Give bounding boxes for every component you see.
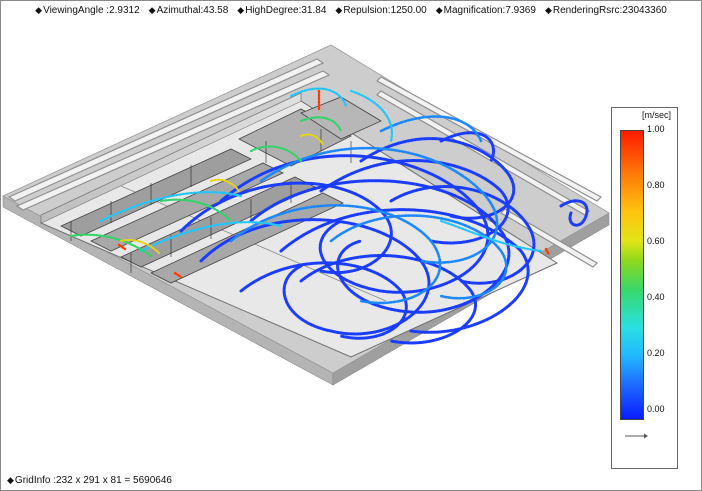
grid-info: ◆ GridInfo :232 x 291 x 81 = 5690646 <box>7 475 172 486</box>
legend-tick: 0.60 <box>647 236 665 246</box>
app-window: ◆ ViewingAngle :2.9312 ◆ Azimuthal:43.58 ◆… <box>0 0 702 491</box>
velocity-legend: [m/sec] 1.00 0.80 0.60 0.40 0.20 0.00 <box>611 107 678 469</box>
diamond-icon: ◆ <box>7 475 14 485</box>
legend-tick: 0.80 <box>647 180 665 190</box>
legend-color-bar <box>620 130 644 420</box>
legend-tick: 0.40 <box>647 292 665 302</box>
legend-unit: [m/sec] <box>642 110 672 120</box>
3d-viewport[interactable] <box>1 1 702 491</box>
legend-tick: 0.00 <box>647 404 665 414</box>
legend-tick: 0.20 <box>647 348 665 358</box>
grid-info-text: GridInfo :232 x 291 x 81 = 5690646 <box>14 475 172 486</box>
vector-arrow-icon <box>625 433 648 439</box>
legend-tick: 1.00 <box>647 124 665 134</box>
